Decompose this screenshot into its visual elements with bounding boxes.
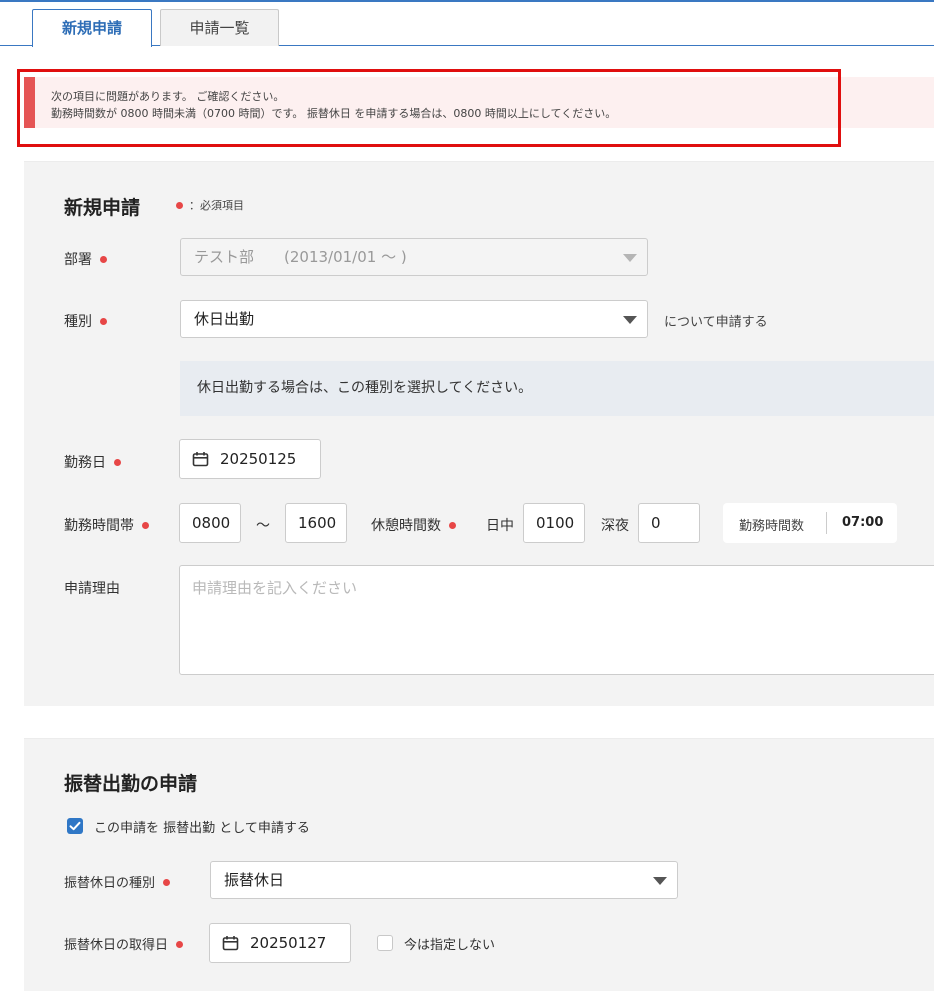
- tab-application-list[interactable]: 申請一覧: [160, 9, 279, 46]
- daytime-break-input[interactable]: 0100: [523, 503, 585, 543]
- substitute-type-label-text: 振替休日の種別: [64, 876, 156, 891]
- total-work-hours: 勤務時間数 07:00: [723, 503, 897, 543]
- total-work-hours-value: 07:00: [842, 515, 884, 530]
- checkmark-icon: [69, 821, 81, 831]
- work-start-input[interactable]: 0800: [179, 503, 241, 543]
- daytime-break-value: 0100: [536, 514, 575, 532]
- daytime-label: 日中: [486, 518, 514, 534]
- required-dot-icon: [176, 941, 184, 948]
- category-label-text: 種別: [64, 314, 92, 330]
- work-hours-label: 勤務時間帯: [64, 515, 149, 535]
- department-label-text: 部署: [64, 252, 92, 268]
- total-work-hours-label: 勤務時間数: [739, 519, 805, 534]
- work-date-value: 20250125: [220, 450, 297, 468]
- tab-new-application[interactable]: 新規申請: [32, 9, 152, 47]
- work-date-label-text: 勤務日: [64, 455, 106, 471]
- night-break-value: 0: [651, 514, 661, 532]
- department-select: テスト部 (2013/01/01 ～ ): [180, 238, 648, 276]
- category-select[interactable]: 休日出勤: [180, 300, 648, 338]
- calendar-icon[interactable]: [222, 935, 239, 951]
- night-break-input[interactable]: 0: [638, 503, 700, 543]
- substitute-work-panel: 振替出勤の申請 この申請を 振替出勤 として申請する 振替休日の種別 振替休日 …: [24, 738, 934, 991]
- required-dot-icon: [176, 201, 183, 209]
- work-end-value: 1600: [298, 514, 337, 532]
- substitute-date-input[interactable]: 20250127: [209, 923, 351, 963]
- work-start-value: 0800: [192, 514, 231, 532]
- required-legend: ：必須項目: [176, 197, 244, 213]
- substitute-date-label-text: 振替休日の取得日: [64, 938, 169, 953]
- tab-bar: 新規申請 申請一覧: [0, 8, 934, 47]
- department-label: 部署: [64, 249, 107, 269]
- unspecified-checkbox[interactable]: [377, 935, 393, 951]
- substitute-type-value: 振替休日: [224, 871, 285, 889]
- required-dot-icon: [449, 521, 456, 529]
- chevron-down-icon: [653, 877, 667, 885]
- substitute-date-label: 振替休日の取得日: [64, 934, 184, 953]
- top-accent-line: [0, 0, 934, 2]
- form-title: 新規申請: [64, 197, 141, 219]
- work-date-input[interactable]: 20250125: [179, 439, 321, 479]
- error-highlight-frame: [17, 69, 841, 147]
- night-label: 深夜: [601, 518, 629, 534]
- chevron-down-icon: [623, 254, 637, 262]
- reason-textarea[interactable]: 申請理由を記入ください: [179, 565, 934, 675]
- department-value: テスト部 (2013/01/01 ～ ): [194, 248, 407, 266]
- time-range-separator: ～: [256, 518, 270, 534]
- work-end-input[interactable]: 1600: [285, 503, 347, 543]
- calendar-icon[interactable]: [192, 451, 209, 467]
- substitute-type-select[interactable]: 振替休日: [210, 861, 678, 899]
- divider: [826, 512, 827, 534]
- work-hours-label-text: 勤務時間帯: [64, 518, 134, 534]
- chevron-down-icon: [623, 316, 637, 324]
- category-suffix: について申請する: [664, 315, 768, 330]
- substitute-type-label: 振替休日の種別: [64, 872, 171, 891]
- substitute-apply-checkbox[interactable]: [67, 818, 83, 834]
- required-dot-icon: [100, 317, 107, 325]
- required-legend-text: ：必須項目: [189, 199, 244, 212]
- application-form-panel: 新規申請 ：必須項目 部署 テスト部 (2013/01/01 ～ ) 種別 休日…: [24, 161, 934, 706]
- category-note: 休日出勤する場合は、この種別を選択してください。: [180, 361, 934, 416]
- work-date-label: 勤務日: [64, 452, 121, 472]
- required-dot-icon: [163, 879, 171, 886]
- category-label: 種別: [64, 311, 107, 331]
- substitute-date-value: 20250127: [250, 934, 327, 952]
- reason-label: 申請理由: [64, 581, 120, 597]
- required-dot-icon: [100, 255, 107, 263]
- substitute-title: 振替出勤の申請: [64, 773, 198, 795]
- required-dot-icon: [142, 521, 149, 529]
- substitute-apply-label[interactable]: この申請を 振替出勤 として申請する: [94, 817, 310, 836]
- category-value: 休日出勤: [194, 310, 255, 328]
- reason-placeholder: 申請理由を記入ください: [192, 579, 358, 597]
- unspecified-label[interactable]: 今は指定しない: [404, 934, 495, 953]
- break-hours-label-text: 休憩時間数: [371, 518, 441, 534]
- break-hours-label: 休憩時間数: [371, 515, 456, 535]
- required-dot-icon: [114, 458, 121, 466]
